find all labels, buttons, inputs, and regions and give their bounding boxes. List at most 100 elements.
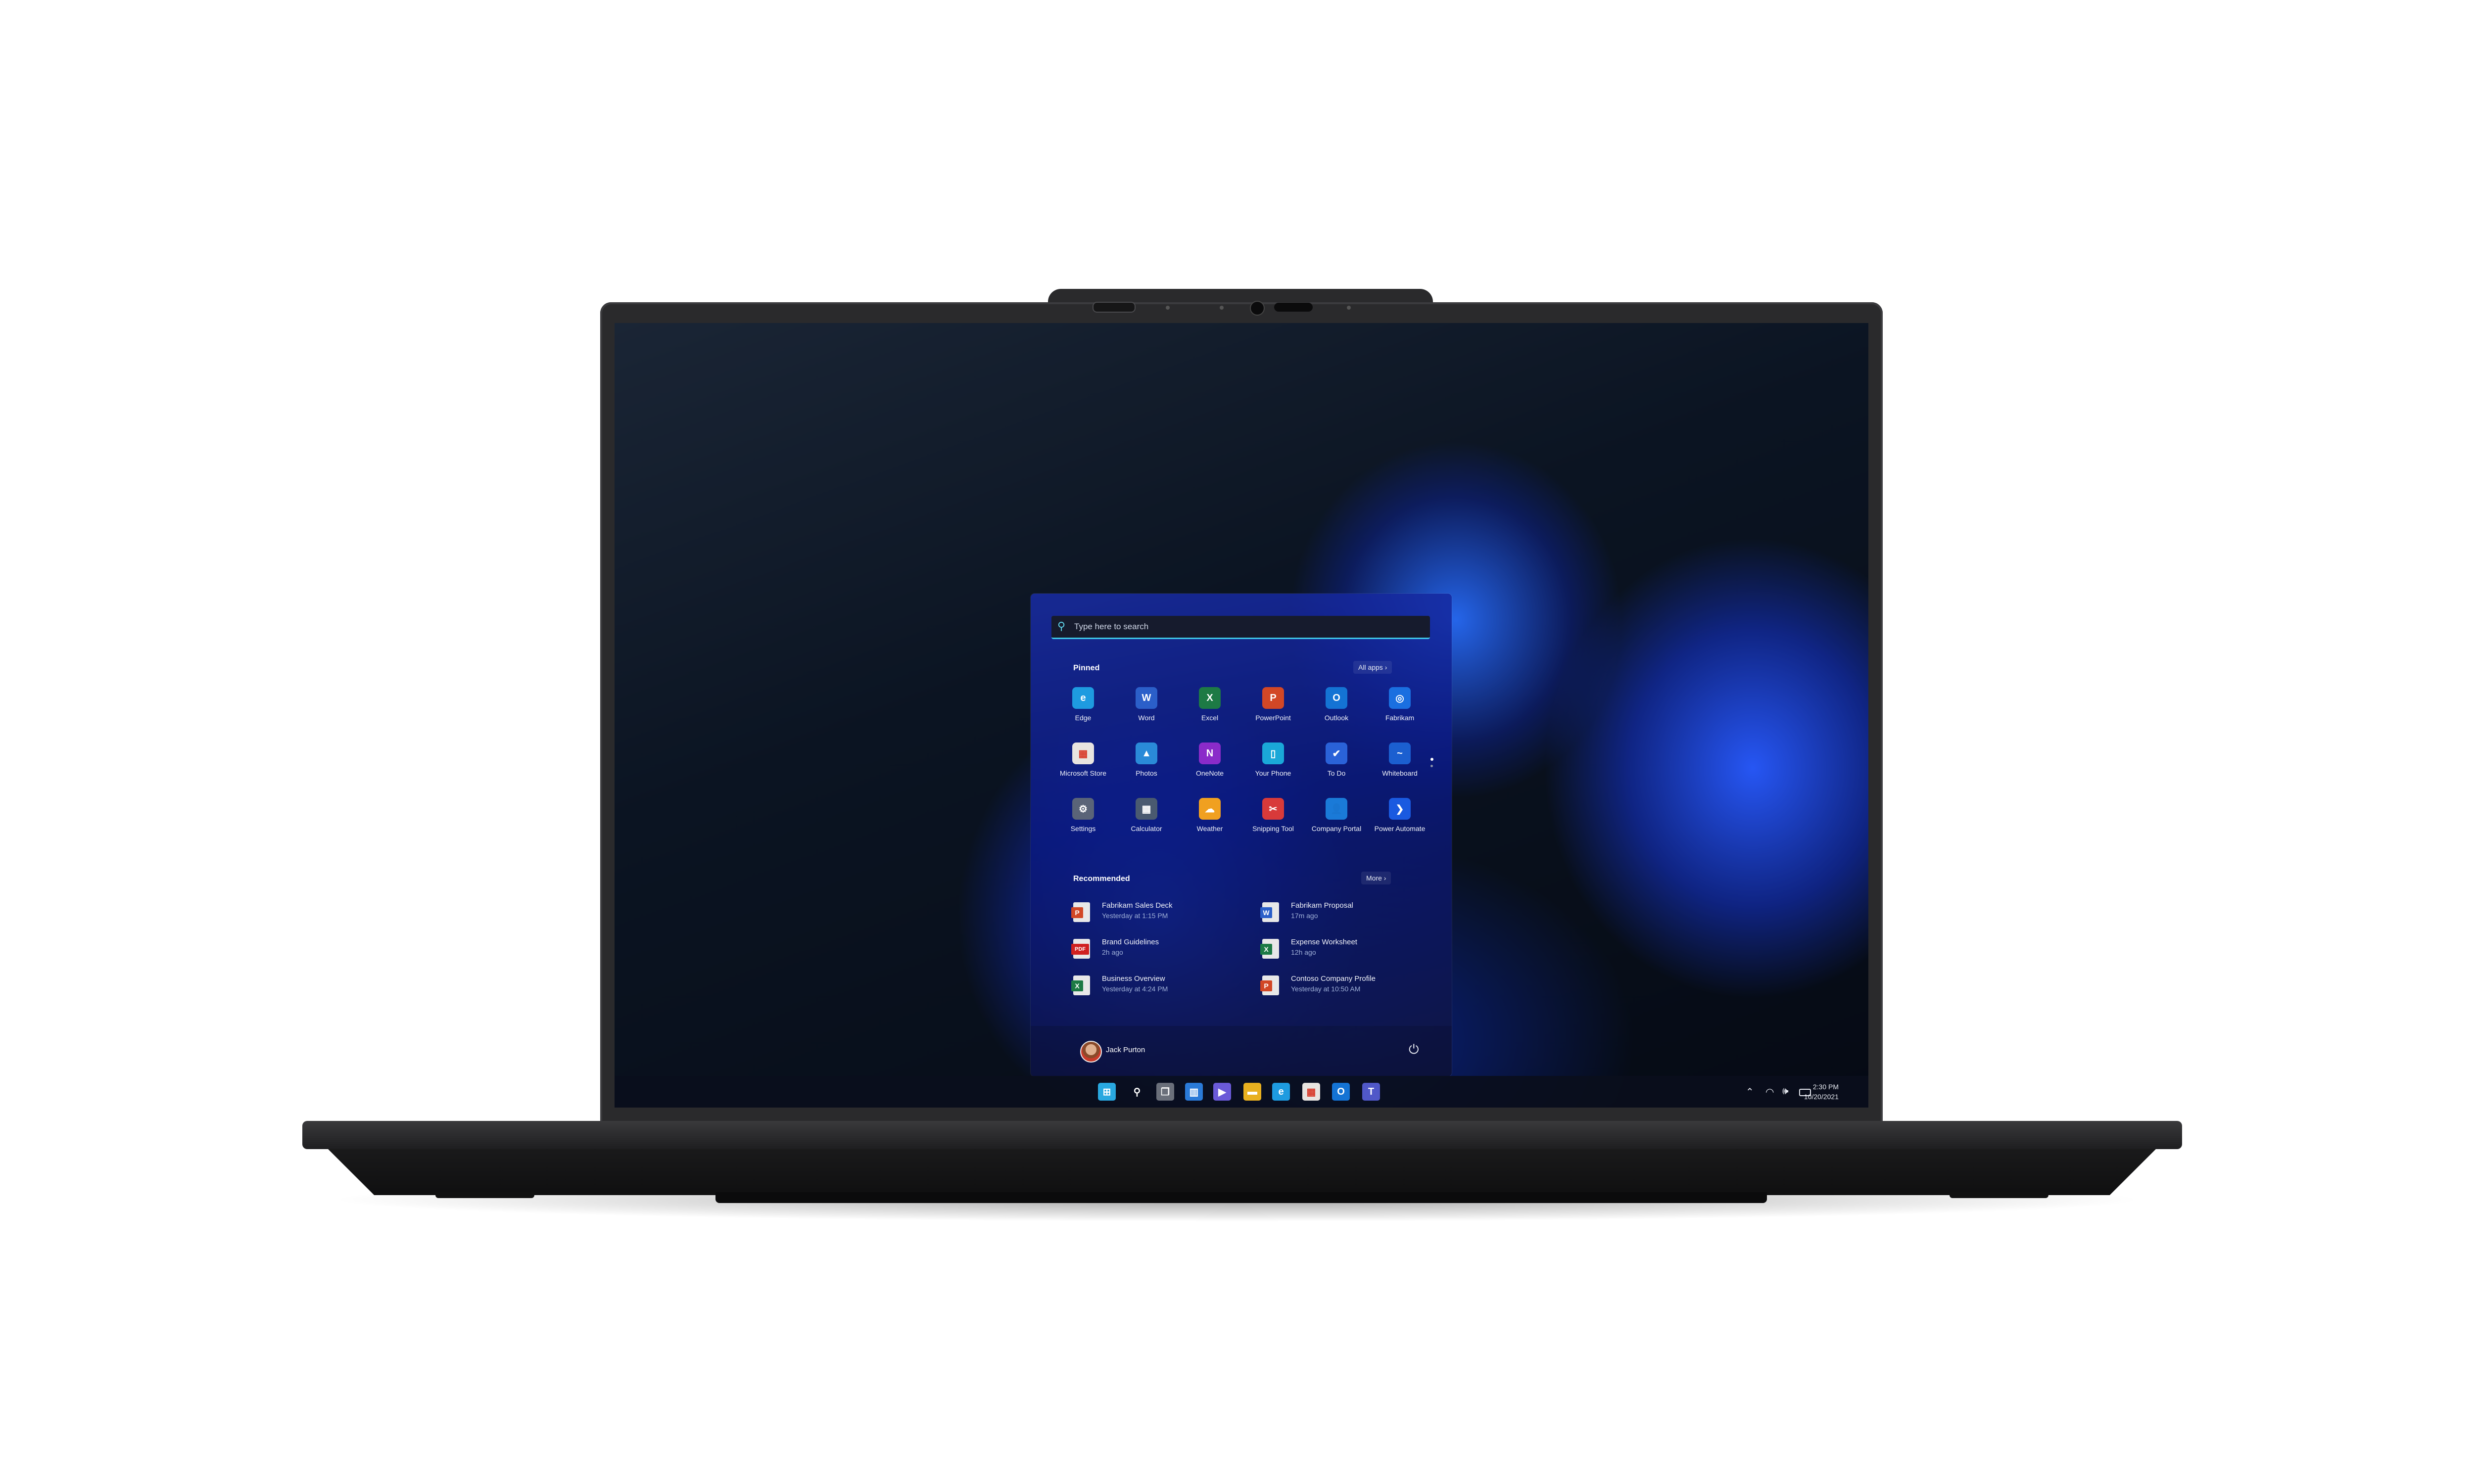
recommended-subtitle: Yesterday at 4:24 PM <box>1102 985 1168 993</box>
edge-icon[interactable]: e <box>1272 1083 1290 1101</box>
power-automate-icon: ❯ <box>1389 798 1411 820</box>
pinned-app-calculator[interactable]: ▦ Calculator <box>1115 798 1178 847</box>
pinned-heading: Pinned <box>1073 664 1100 672</box>
whiteboard-icon: ~ <box>1389 742 1411 764</box>
recommended-item[interactable]: PDF Brand Guidelines 2h ago <box>1071 937 1251 965</box>
app-label: PowerPoint <box>1255 714 1291 722</box>
pinned-app-powerpoint[interactable]: P PowerPoint <box>1241 687 1305 737</box>
pdf-file-icon: PDF <box>1071 939 1090 959</box>
app-label: Company Portal <box>1311 825 1362 833</box>
recommended-title: Fabrikam Sales Deck <box>1102 901 1173 910</box>
powerpoint-file-icon: P <box>1260 975 1279 995</box>
recommended-item[interactable]: P Fabrikam Sales Deck Yesterday at 1:15 PM <box>1071 900 1251 928</box>
pinned-app-your-phone[interactable]: ▯ Your Phone <box>1241 742 1305 792</box>
app-label: OneNote <box>1195 769 1224 777</box>
ir-sensor <box>1274 303 1313 312</box>
store-icon[interactable]: ▦ <box>1302 1083 1320 1101</box>
app-label: Edge <box>1075 714 1092 722</box>
excel-file-icon: X <box>1071 975 1090 995</box>
user-name[interactable]: Jack Purton <box>1106 1046 1145 1054</box>
pinned-app-whiteboard[interactable]: ~ Whiteboard <box>1368 742 1431 792</box>
chevron-right-icon: › <box>1384 663 1387 671</box>
snipping-tool-icon: ✂ <box>1262 798 1284 820</box>
laptop-rear-foot <box>715 1192 1767 1203</box>
page-indicator-active[interactable] <box>1430 758 1433 761</box>
laptop-foot-right <box>1950 1192 2048 1198</box>
recommended-item[interactable]: X Business Overview Yesterday at 4:24 PM <box>1071 974 1251 1001</box>
phone-icon: ▯ <box>1262 742 1284 764</box>
show-hidden-icons-chevron-icon[interactable]: ⌃ <box>1746 1086 1754 1098</box>
app-label: Outlook <box>1324 714 1349 722</box>
app-label: To Do <box>1327 769 1346 777</box>
start-icon[interactable]: ⊞ <box>1098 1083 1116 1101</box>
pinned-app-fabrikam[interactable]: ◎ Fabrikam <box>1368 687 1431 737</box>
search-box[interactable]: ⚲ <box>1051 616 1430 639</box>
app-label: Snipping Tool <box>1252 825 1294 833</box>
power-icon[interactable]: ⏻ <box>1409 1042 1419 1058</box>
company-portal-icon: 👤 <box>1326 798 1347 820</box>
todo-icon: ✔ <box>1326 742 1347 764</box>
pinned-app-weather[interactable]: ☁ Weather <box>1178 798 1241 847</box>
app-label: Microsoft Store <box>1059 769 1107 777</box>
all-apps-label: All apps <box>1358 663 1383 671</box>
pinned-app-onenote[interactable]: N OneNote <box>1178 742 1241 792</box>
app-label: Fabrikam <box>1385 714 1415 722</box>
file-explorer-icon[interactable]: ▬ <box>1243 1083 1261 1101</box>
powerpoint-icon: P <box>1262 687 1284 709</box>
search-icon: ⚲ <box>1057 620 1066 632</box>
chevron-right-icon: › <box>1383 874 1386 882</box>
pinned-app-power-automate[interactable]: ❯ Power Automate <box>1368 798 1431 847</box>
recommended-subtitle: 17m ago <box>1291 912 1318 920</box>
task-view-icon[interactable]: ❐ <box>1156 1083 1174 1101</box>
pinned-app-company-portal[interactable]: 👤 Company Portal <box>1305 798 1368 847</box>
taskbar: ⊞ ⚲ ❐ ▥ ▶ ▬ e ▦ O T ⌃ ◠ 🕪 2:30 PM 10/20/2021 <box>615 1076 1868 1108</box>
recommended-item[interactable]: W Fabrikam Proposal 17m ago <box>1260 900 1440 928</box>
pinned-app-settings[interactable]: ⚙ Settings <box>1051 798 1115 847</box>
pinned-app-edge[interactable]: e Edge <box>1051 687 1115 737</box>
all-apps-button[interactable]: All apps › <box>1353 661 1392 674</box>
user-avatar[interactable] <box>1080 1041 1102 1063</box>
recommended-title: Fabrikam Proposal <box>1291 901 1353 910</box>
pinned-app-outlook[interactable]: O Outlook <box>1305 687 1368 737</box>
excel-icon: X <box>1199 687 1221 709</box>
word-file-icon: W <box>1260 902 1279 922</box>
wifi-icon[interactable]: ◠ <box>1765 1086 1774 1098</box>
app-label: Excel <box>1201 714 1219 722</box>
app-label: Photos <box>1136 769 1157 777</box>
pinned-app-excel[interactable]: X Excel <box>1178 687 1241 737</box>
settings-icon: ⚙ <box>1072 798 1094 820</box>
app-label: Power Automate <box>1374 825 1426 833</box>
widgets-icon[interactable]: ▥ <box>1185 1083 1203 1101</box>
recommended-title: Business Overview <box>1102 974 1165 983</box>
privacy-shutter <box>1093 302 1136 313</box>
pinned-app-microsoft-store[interactable]: ▦ Microsoft Store <box>1051 742 1115 792</box>
teams-icon[interactable]: T <box>1362 1083 1380 1101</box>
powerpoint-file-icon: P <box>1071 902 1090 922</box>
clock[interactable]: 2:30 PM 10/20/2021 <box>1804 1082 1839 1102</box>
word-icon: W <box>1136 687 1157 709</box>
recommended-title: Expense Worksheet <box>1291 938 1357 946</box>
recommended-item[interactable]: P Contoso Company Profile Yesterday at 10:… <box>1260 974 1440 1001</box>
pinned-app-to-do[interactable]: ✔ To Do <box>1305 742 1368 792</box>
app-label: Whiteboard <box>1382 769 1418 777</box>
screen: ⚲ Pinned All apps › e Edge W Word X Excel P Pow… <box>615 323 1868 1108</box>
pinned-app-photos[interactable]: ▲ Photos <box>1115 742 1178 792</box>
chat-icon[interactable]: ▶ <box>1213 1083 1231 1101</box>
recommended-item[interactable]: X Expense Worksheet 12h ago <box>1260 937 1440 965</box>
store-icon: ▦ <box>1072 742 1094 764</box>
photos-icon: ▲ <box>1136 742 1157 764</box>
recommended-heading: Recommended <box>1073 875 1130 883</box>
search-icon[interactable]: ⚲ <box>1128 1083 1146 1101</box>
search-input[interactable] <box>1073 620 1412 634</box>
outlook-icon[interactable]: O <box>1332 1083 1350 1101</box>
pinned-app-snipping-tool[interactable]: ✂ Snipping Tool <box>1241 798 1305 847</box>
volume-icon[interactable]: 🕪 <box>1782 1086 1789 1097</box>
page-indicator[interactable] <box>1430 765 1433 767</box>
more-button[interactable]: More › <box>1361 872 1391 884</box>
webcam-lens <box>1250 301 1265 316</box>
app-label: Settings <box>1070 825 1096 833</box>
clock-time: 2:30 PM <box>1812 1083 1839 1091</box>
recommended-title: Contoso Company Profile <box>1291 974 1376 983</box>
start-menu: ⚲ Pinned All apps › e Edge W Word X Excel P Pow… <box>1031 594 1452 1076</box>
pinned-app-word[interactable]: W Word <box>1115 687 1178 737</box>
